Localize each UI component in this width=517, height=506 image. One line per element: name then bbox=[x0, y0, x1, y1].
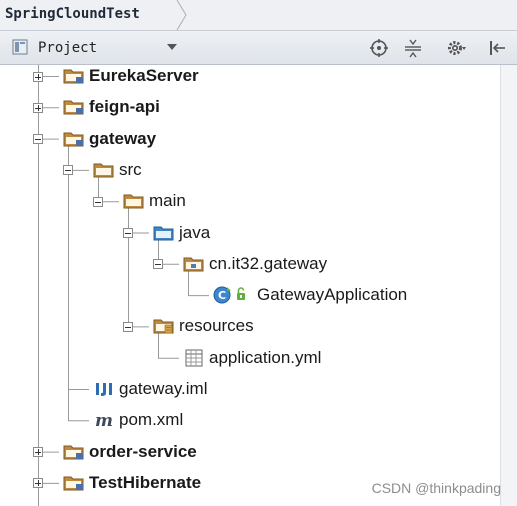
tree-node-gatewayapplication[interactable]: C GatewayApplication bbox=[213, 282, 407, 308]
tree-node-pom-xml[interactable]: m pom.xml bbox=[93, 407, 183, 433]
locate-icon[interactable] bbox=[369, 38, 389, 58]
tree-node-label: main bbox=[149, 191, 186, 211]
svg-text:C: C bbox=[218, 289, 226, 302]
expand-toggle-icon[interactable] bbox=[33, 71, 43, 82]
breadcrumb-label: SpringCloundTest bbox=[5, 6, 140, 22]
tree-node-cn-it32-gateway[interactable]: cn.it32.gateway bbox=[183, 251, 327, 277]
tree-node-label: order-service bbox=[89, 441, 197, 461]
tree-node-feign-api[interactable]: feign-api bbox=[63, 94, 160, 120]
module-folder-icon bbox=[63, 67, 85, 85]
module-folder-icon bbox=[63, 474, 85, 492]
tree-node-gateway[interactable]: gateway bbox=[63, 126, 156, 152]
tree-node-gateway-iml[interactable]: gateway.iml bbox=[93, 376, 208, 402]
collapse-toggle-icon[interactable] bbox=[123, 228, 133, 238]
tree-node-src[interactable]: src bbox=[93, 157, 142, 183]
folder-icon bbox=[123, 192, 145, 210]
gear-icon[interactable] bbox=[446, 38, 466, 58]
package-icon bbox=[183, 255, 205, 273]
view-dropdown-arrow-icon[interactable] bbox=[167, 44, 177, 50]
resources-folder-icon bbox=[153, 317, 175, 335]
tree-node-main[interactable]: main bbox=[123, 188, 186, 214]
tree-node-label: pom.xml bbox=[119, 410, 184, 430]
tree-node-label: java bbox=[179, 222, 211, 242]
collapse-toggle-icon[interactable] bbox=[153, 259, 163, 270]
tree-node-eurekaserver[interactable]: EurekaServer bbox=[63, 63, 199, 89]
maven-file-icon: m bbox=[93, 411, 115, 431]
module-folder-icon bbox=[63, 98, 85, 116]
yml-file-icon bbox=[183, 349, 205, 367]
view-selector-label[interactable]: Project bbox=[38, 40, 97, 56]
svg-text:m: m bbox=[95, 411, 113, 429]
watermark: CSDN @thinkpading bbox=[371, 480, 501, 496]
iml-file-icon bbox=[93, 380, 115, 398]
project-panel-header: Project bbox=[0, 31, 517, 65]
project-view-icon bbox=[12, 39, 28, 55]
expand-toggle-icon[interactable] bbox=[33, 447, 43, 458]
tree-node-label: TestHibernate bbox=[89, 472, 202, 492]
hide-panel-icon[interactable] bbox=[487, 38, 507, 58]
collapse-toggle-icon[interactable] bbox=[93, 196, 103, 207]
tree-node-java[interactable]: java bbox=[153, 220, 210, 246]
tree-node-order-service[interactable]: order-service bbox=[63, 439, 197, 465]
spring-class-icon: C bbox=[213, 286, 253, 304]
tree-node-label: EurekaServer bbox=[89, 66, 199, 85]
expand-toggle-icon[interactable] bbox=[33, 478, 43, 489]
source-folder-icon bbox=[153, 224, 175, 242]
collapse-all-icon[interactable] bbox=[403, 38, 423, 58]
tree-node-label: GatewayApplication bbox=[257, 285, 408, 305]
tree-node-label: src bbox=[119, 159, 142, 179]
tree-node-label: gateway.iml bbox=[119, 379, 208, 398]
navigation-bar: SpringCloundTest bbox=[0, 0, 517, 31]
project-tree: EurekaServer feign-api gateway src main … bbox=[0, 65, 500, 506]
tree-node-application-yml[interactable]: application.yml bbox=[183, 345, 321, 371]
breadcrumb-separator-icon bbox=[176, 0, 187, 30]
collapse-toggle-icon[interactable] bbox=[123, 321, 133, 332]
collapse-toggle-icon[interactable] bbox=[63, 165, 73, 176]
tree-node-resources[interactable]: resources bbox=[153, 313, 254, 339]
collapse-toggle-icon[interactable] bbox=[33, 134, 43, 145]
vertical-scrollbar[interactable] bbox=[500, 65, 517, 506]
tree-node-label: application.yml bbox=[209, 347, 322, 367]
tree-node-testhibernate[interactable]: TestHibernate bbox=[63, 470, 201, 496]
tree-node-label: gateway bbox=[89, 128, 157, 148]
expand-toggle-icon[interactable] bbox=[33, 102, 43, 113]
tree-node-label: resources bbox=[179, 316, 254, 336]
tree-node-label: feign-api bbox=[89, 97, 160, 117]
folder-icon bbox=[93, 161, 115, 179]
breadcrumb-project[interactable]: SpringCloundTest bbox=[0, 0, 187, 30]
module-folder-icon bbox=[63, 443, 85, 461]
tree-node-label: cn.it32.gateway bbox=[209, 253, 328, 273]
module-folder-icon bbox=[63, 130, 85, 148]
